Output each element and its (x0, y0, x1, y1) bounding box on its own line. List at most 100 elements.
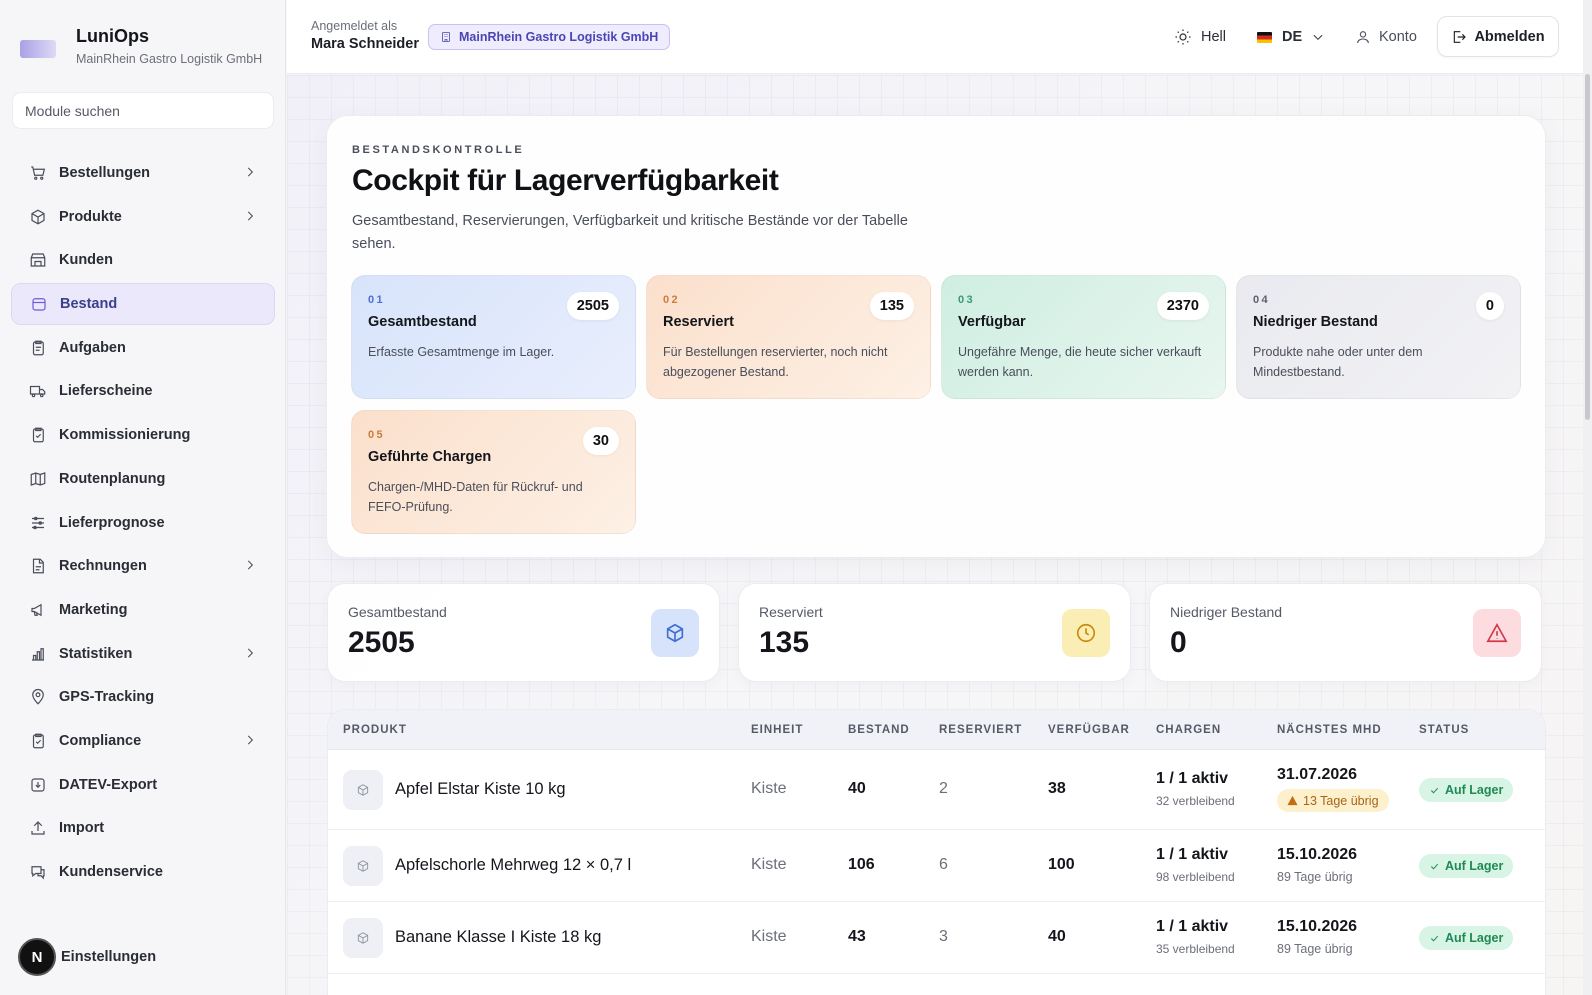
stat-label: Niedriger Bestand (1170, 604, 1283, 620)
avatar[interactable]: N (18, 938, 56, 976)
sidebar-item-kommissionierung[interactable]: Kommissionierung (11, 414, 275, 456)
sidebar-item-label: Kunden (59, 252, 113, 269)
theme-label: Hell (1201, 29, 1226, 45)
clipboard-icon (32, 733, 44, 749)
kpi-card-verfuegbar[interactable]: 03 Verfügbar Ungefähre Menge, die heute … (941, 275, 1226, 399)
kpi-card-niedriger-bestand[interactable]: 04 Niedriger Bestand Produkte nahe oder … (1236, 275, 1521, 399)
table-row[interactable]: Apfel Elstar Kiste 10 kg Kiste 40 2 38 1… (328, 750, 1545, 830)
kpi-value-badge: 135 (869, 292, 914, 320)
status-label: Auf Lager (1445, 783, 1504, 797)
mhd-date: 15.10.2026 (1277, 918, 1358, 935)
language-select[interactable]: DE (1257, 22, 1325, 52)
sidebar-item-kunden[interactable]: Kunden (11, 239, 275, 281)
batches-cell: 1 / 1 aktiv 35 verbleibend (1156, 918, 1235, 956)
megaphone-icon (31, 603, 42, 617)
mhd-remaining: 89 Tage übrig (1277, 870, 1353, 884)
sidebar-item-label: Bestellungen (59, 165, 151, 181)
user-caption: Angemeldet als (311, 19, 398, 33)
column-header-status[interactable]: STATUS (1419, 724, 1469, 736)
stat-card-reserviert: Reserviert 135 (738, 583, 1131, 682)
module-search-input[interactable]: Module suchen (12, 92, 274, 129)
theme-toggle-button[interactable]: Hell (1174, 22, 1226, 52)
sidebar-item-gps-tracking[interactable]: GPS-Tracking (11, 676, 275, 718)
sidebar-item-label: Bestand (60, 296, 118, 313)
mhd-warning-badge: 13 Tage übrig (1277, 789, 1389, 812)
sidebar-item-import[interactable]: Import (11, 807, 275, 849)
page-title: Cockpit für Lagerverfügbarkeit (352, 164, 779, 197)
reserved-cell: 3 (939, 928, 948, 945)
settings-label: Einstellungen (61, 949, 157, 965)
sidebar-item-routenplanung[interactable]: Routenplanung (11, 458, 275, 500)
kpi-description: Ungefähre Menge, die heute sicher verkau… (958, 345, 1202, 379)
chevron-right-icon (247, 167, 254, 177)
column-header-produkt[interactable]: PRODUKT (343, 724, 407, 736)
sidebar-item-datev-export[interactable]: DATEV-Export (11, 764, 275, 806)
sidebar-item-bestellungen[interactable]: Bestellungen (11, 152, 275, 194)
sidebar-item-rechnungen[interactable]: Rechnungen (11, 545, 275, 587)
user-icon (1357, 31, 1369, 44)
kpi-description: Erfasste Gesamtmenge im Lager. (368, 345, 555, 359)
column-header-verfuegbar[interactable]: VERFÜGBAR (1048, 724, 1130, 736)
inventory-cockpit-panel: BESTANDSKONTROLLE Cockpit für Lagerverfü… (326, 115, 1546, 558)
sidebar-item-produkte[interactable]: Produkte (11, 196, 275, 238)
kpi-card-reserviert[interactable]: 02 Reserviert Für Bestellungen reservier… (646, 275, 931, 399)
page-scrollbar-thumb[interactable] (1585, 74, 1590, 420)
sidebar-item-compliance[interactable]: Compliance (11, 720, 275, 762)
chat-icon (31, 866, 45, 880)
check-icon (1430, 863, 1439, 870)
clipboard-icon (32, 340, 44, 356)
sun-icon (1175, 29, 1191, 45)
sidebar-item-lieferscheine[interactable]: Lieferscheine (11, 370, 275, 412)
sidebar-item-label: Lieferscheine (59, 383, 153, 400)
sidebar-item-label: Rechnungen (59, 558, 147, 575)
account-button[interactable]: Konto (1355, 22, 1417, 52)
product-name[interactable]: Apfelschorle Mehrweg 12 × 0,7 l (395, 856, 631, 875)
status-badge: Auf Lager (1419, 854, 1514, 878)
box-icon (31, 209, 45, 225)
table-row[interactable]: Apfelschorle Mehrweg 12 × 0,7 l Kiste 10… (328, 830, 1545, 902)
sidebar-item-marketing[interactable]: Marketing (11, 589, 275, 631)
column-header-bestand[interactable]: BESTAND (848, 724, 910, 736)
logout-label: Abmelden (1474, 28, 1545, 45)
column-header-einheit[interactable]: EINHEIT (751, 724, 803, 736)
status-badge: Auf Lager (1419, 778, 1514, 802)
kpi-title: Niedriger Bestand (1253, 314, 1378, 330)
warning-icon (1287, 795, 1298, 806)
sidebar-item-label: Marketing (59, 601, 128, 618)
batches-active: 1 / 1 aktiv (1156, 918, 1229, 935)
kpi-card-gesamtbestand[interactable]: 01 Gesamtbestand Erfasste Gesamtmenge im… (351, 275, 636, 399)
sidebar-item-einstellungen[interactable]: N Einstellungen (18, 938, 156, 976)
language-label: DE (1282, 29, 1303, 45)
sidebar-item-statistiken[interactable]: Statistiken (11, 633, 275, 675)
stock-cell: 106 (848, 856, 875, 873)
product-name[interactable]: Banane Klasse I Kiste 18 kg (395, 928, 601, 947)
sidebar-item-label: Routenplanung (59, 470, 166, 487)
brand[interactable]: LuniOps MainRhein Gastro Logistik GmbH (20, 26, 262, 66)
check-icon (1430, 787, 1439, 794)
sidebar-item-lieferprognose[interactable]: Lieferprognose (11, 502, 275, 544)
kpi-number: 04 (1253, 294, 1271, 306)
kpi-value-badge: 30 (582, 427, 619, 455)
sidebar-nav: Bestellungen Produkte Kunden Bestand Auf… (11, 152, 275, 895)
sidebar-item-aufgaben[interactable]: Aufgaben (11, 327, 275, 369)
kpi-card-gefuehrte-chargen[interactable]: 05 Geführte Chargen Chargen-/MHD-Daten f… (351, 410, 636, 534)
logout-button[interactable]: Abmelden (1437, 16, 1559, 57)
user-name: Mara Schneider (311, 36, 419, 52)
chevron-right-icon (247, 648, 254, 658)
batches-remaining: 32 verbleibend (1156, 794, 1235, 808)
column-header-reserviert[interactable]: RESERVIERT (939, 724, 1022, 736)
sidebar-item-bestand[interactable]: Bestand (11, 283, 275, 326)
document-icon (32, 558, 44, 574)
brand-name: LuniOps (76, 26, 149, 46)
column-header-chargen[interactable]: CHARGEN (1156, 724, 1221, 736)
column-header-naechstes-mhd[interactable]: NÄCHSTES MHD (1277, 724, 1382, 736)
sidebar-item-label: DATEV-Export (59, 776, 158, 793)
product-name[interactable]: Apfel Elstar Kiste 10 kg (395, 780, 566, 799)
mhd-remaining: 89 Tage übrig (1277, 942, 1353, 956)
org-badge[interactable]: MainRhein Gastro Logistik GmbH (428, 24, 671, 50)
unit-cell: Kiste (751, 856, 787, 873)
store-icon (30, 253, 46, 267)
table-row[interactable]: Banane Klasse I Kiste 18 kg Kiste 43 3 4… (328, 902, 1545, 974)
sidebar-item-kundenservice[interactable]: Kundenservice (11, 851, 275, 893)
batches-cell: 1 / 1 aktiv 32 verbleibend (1156, 770, 1235, 808)
